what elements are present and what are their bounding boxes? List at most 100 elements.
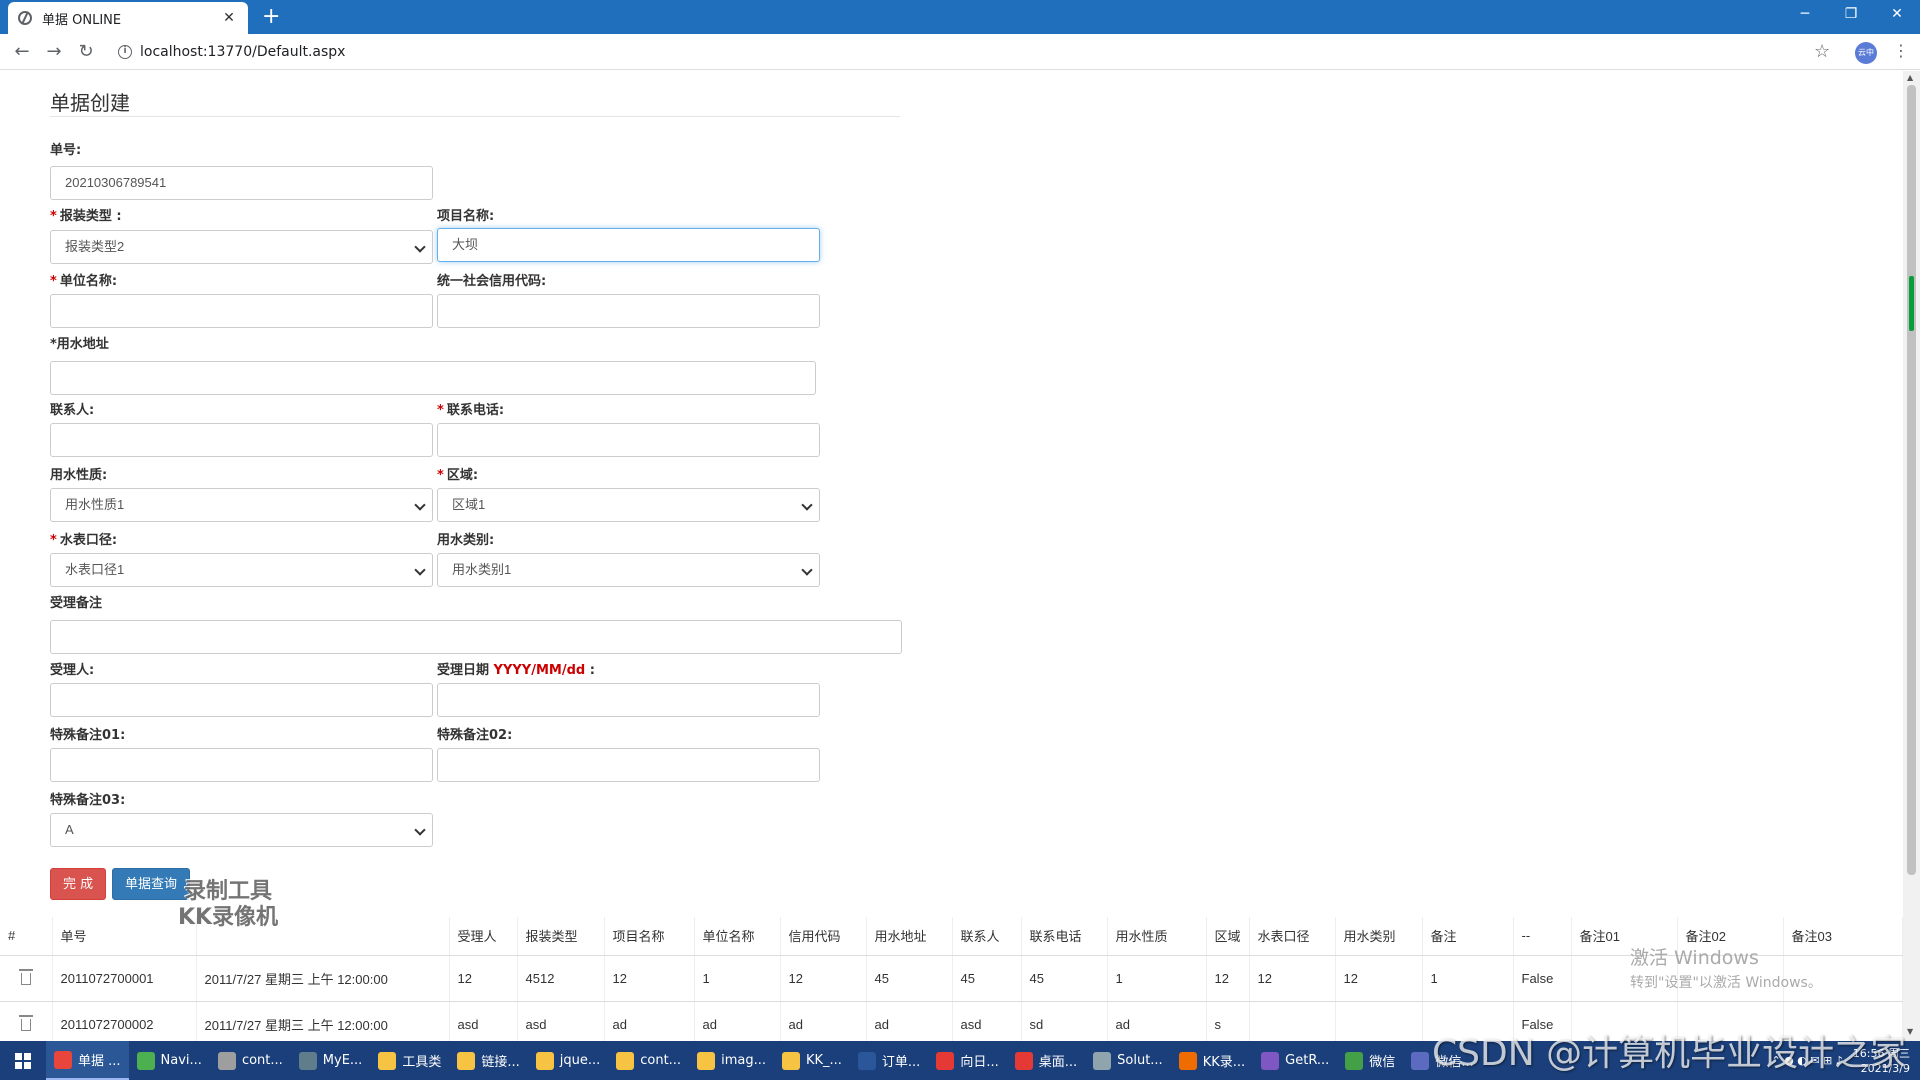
taskbar-item[interactable]: MyE... [291,1041,371,1080]
close-tab-icon[interactable]: ✕ [220,10,238,26]
minimize-icon[interactable]: ─ [1782,0,1828,30]
col-dash: -- [1513,917,1572,956]
taskbar-item[interactable]: cont... [608,1041,689,1080]
table-cell: 1 [1422,955,1514,1002]
taskbar-item[interactable]: Navi... [129,1041,210,1080]
taskbar-item[interactable]: KK录... [1171,1041,1253,1080]
taskbar-item[interactable]: jque... [528,1041,609,1080]
delete-icon[interactable] [18,968,33,985]
info-icon[interactable]: i [118,45,132,59]
special02-input[interactable] [437,748,820,782]
col-order-no: 单号 [52,917,197,956]
windows-activation-notice: 激活 Windows 转到"设置"以激活 Windows。 [1630,947,1822,991]
col-water-category: 用水类别 [1335,917,1423,956]
acceptor-label: 受理人: [50,663,95,678]
table-cell: s [1206,1001,1250,1041]
pack-type-select[interactable]: 报装类型2 [50,230,433,264]
taskbar-item[interactable]: 向日... [928,1041,1006,1080]
profile-avatar[interactable]: 云中 [1855,42,1877,64]
taskbar-item[interactable]: 桌面... [1007,1041,1085,1080]
start-button[interactable] [0,1041,46,1080]
forward-icon[interactable]: → [42,40,66,64]
unit-name-label: * 单位名称: [50,274,118,289]
taskbar-item[interactable]: 工具类 [370,1041,449,1080]
credit-code-input[interactable] [437,294,820,328]
taskbar-item[interactable]: GetR... [1253,1041,1337,1080]
table-cell: 2011072700002 [52,1001,197,1041]
taskbar-item[interactable]: cont... [210,1041,291,1080]
taskbar-item-label: jque... [559,1053,601,1068]
meter-caliber-select[interactable]: 水表口径1 [50,553,433,587]
app-icon [136,1051,155,1070]
menu-icon[interactable]: ⋮ [1893,41,1909,60]
bookmark-star-icon[interactable]: ☆ [1814,41,1830,62]
app-icon [1345,1051,1364,1070]
col-project-name: 项目名称 [604,917,695,956]
table-cell: asd [449,1001,518,1041]
csdn-watermark: CSDN @计算机毕业设计之家 [1432,1033,1907,1074]
taskbar-item-label: cont... [640,1053,682,1068]
col-meter-caliber: 水表口径 [1249,917,1336,956]
contact-phone-label: * 联系电话: [437,403,505,418]
orders-table: # 单号 受理人 报装类型 项目名称 单位名称 信用代码 用水地址 联系人 联系… [0,917,1903,1041]
taskbar-item-label: 订单... [881,1055,921,1070]
back-icon[interactable]: ← [10,40,34,64]
taskbar-item[interactable]: 单据 ... [46,1041,129,1080]
special01-label: 特殊备注01: [50,728,126,743]
reload-icon[interactable]: ↻ [74,40,98,64]
table-header-row: # 单号 受理人 报装类型 项目名称 单位名称 信用代码 用水地址 联系人 联系… [0,917,1903,956]
region-select[interactable]: 区域1 [437,488,820,522]
app-icon [54,1050,72,1069]
scroll-thumb[interactable] [1907,85,1916,875]
taskbar-item[interactable]: KK_... [774,1041,850,1080]
table-cell: 2011/7/27 星期三 上午 12:00:00 [196,955,450,1002]
special01-input[interactable] [50,748,433,782]
accept-date-input[interactable] [437,683,820,717]
table-cell: 45 [952,955,1022,1002]
water-category-select[interactable]: 用水类别1 [437,553,820,587]
table-cell: 12 [1206,955,1250,1002]
taskbar-item[interactable]: Solut... [1085,1041,1171,1080]
table-cell: sd [1021,1001,1108,1041]
acceptor-input[interactable] [50,683,433,717]
finish-button[interactable]: 完 成 [50,868,107,900]
contact-phone-input[interactable] [437,423,820,457]
url-box[interactable]: i localhost:13770/Default.aspx [112,38,1822,66]
page-scrollbar[interactable]: ▲ ▼ [1903,71,1920,1041]
taskbar-item[interactable]: 微信 [1337,1041,1403,1080]
app-icon [1261,1051,1280,1070]
taskbar-item[interactable]: 订单... [850,1041,928,1080]
water-category-label: 用水类别: [437,533,495,548]
table-cell: 12 [780,955,867,1002]
contact-input[interactable] [50,423,433,457]
table-cell: asd [952,1001,1022,1041]
water-address-input[interactable] [50,361,816,395]
scroll-up-icon[interactable]: ▲ [1907,73,1913,82]
app-icon [217,1051,236,1070]
taskbar-item[interactable]: 链接... [449,1041,527,1080]
taskbar-item[interactable]: imag... [689,1041,774,1080]
restore-icon[interactable]: ❐ [1828,0,1874,30]
taskbar-item-label: Solut... [1117,1053,1163,1068]
water-address-label: *用水地址 [50,337,109,352]
window-close-icon[interactable]: ✕ [1874,0,1920,30]
scroll-down-icon[interactable]: ▼ [1907,1027,1913,1036]
app-icon [616,1051,635,1070]
col-contact-phone: 联系电话 [1021,917,1108,956]
windows-logo-icon [15,1052,31,1069]
project-name-input[interactable]: 大坝 [437,228,820,262]
browser-tab[interactable]: 单据 ONLINE ✕ [8,2,248,34]
table-cell: 12 [604,955,695,1002]
special03-select[interactable]: A [50,813,433,847]
col-water-nature: 用水性质 [1107,917,1207,956]
taskbar-item-label: 桌面... [1038,1055,1078,1070]
delete-icon[interactable] [18,1014,33,1031]
new-tab-icon[interactable]: + [262,6,280,28]
unit-name-input[interactable] [50,294,433,328]
special03-label: 特殊备注03: [50,793,126,808]
accept-remark-input[interactable] [50,620,902,654]
taskbar-item-label: Navi... [160,1053,202,1068]
globe-icon [18,11,32,25]
water-nature-select[interactable]: 用水性质1 [50,488,433,522]
order-no-input[interactable]: 20210306789541 [50,166,433,200]
